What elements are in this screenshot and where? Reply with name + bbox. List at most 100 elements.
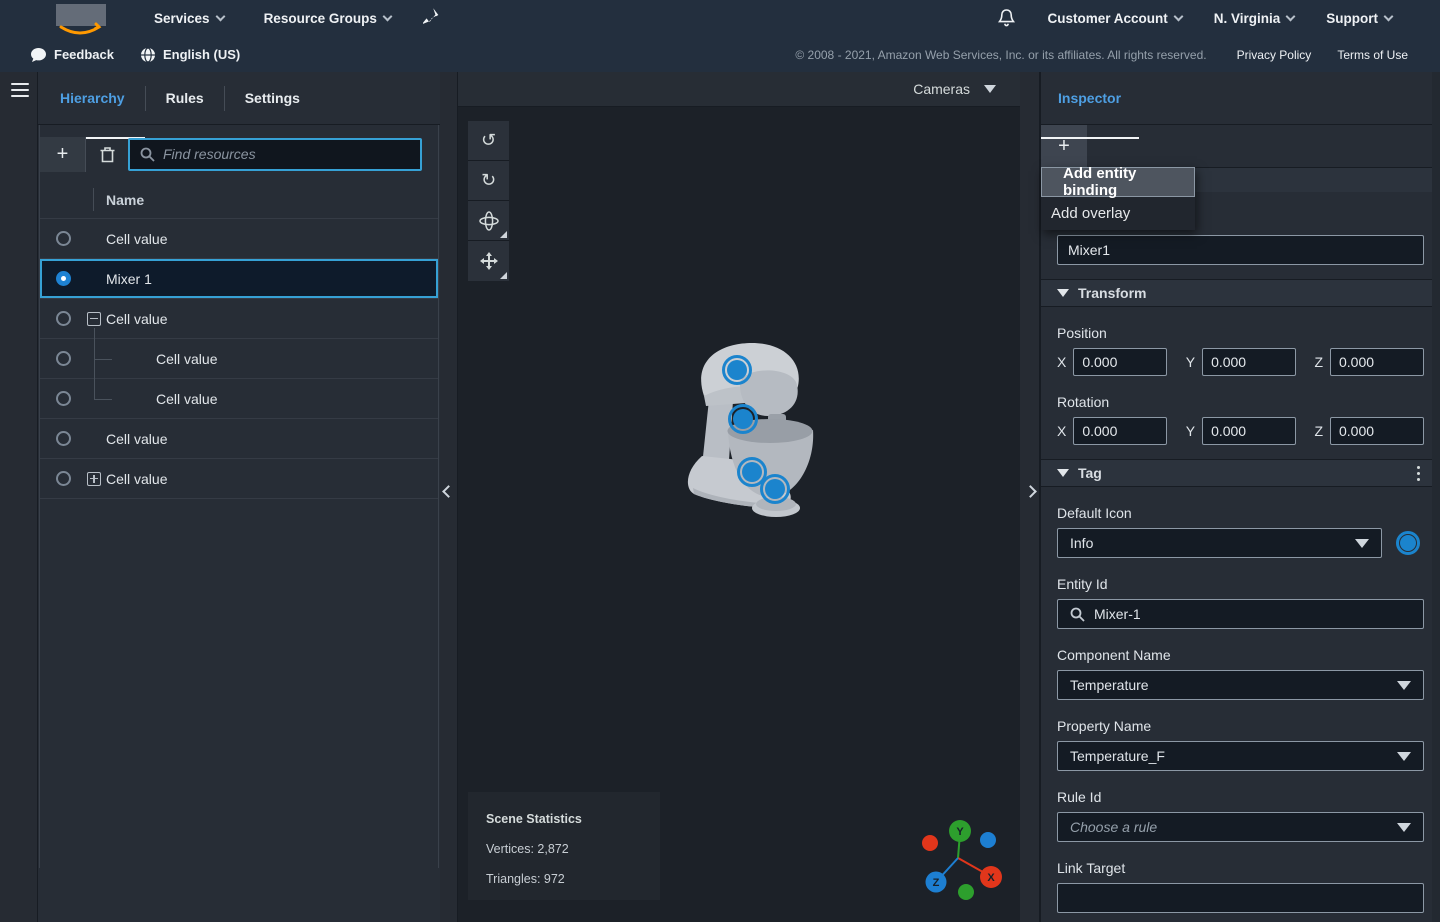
entity-id-input[interactable]: Mixer-1 <box>1057 599 1424 629</box>
kebab-menu-icon[interactable] <box>1413 462 1424 485</box>
tree-row-label: Cell value <box>106 311 167 327</box>
cameras-dropdown[interactable]: Cameras <box>458 72 1020 107</box>
hamburger-menu-icon[interactable] <box>11 83 29 97</box>
property-name-label: Property Name <box>1057 718 1424 734</box>
axis-gizmo[interactable]: Y X Z <box>915 818 1007 904</box>
menu-item-add-overlay[interactable]: Add overlay <box>1041 197 1195 230</box>
caret-down-icon <box>1057 469 1069 477</box>
terms-of-use-link[interactable]: Terms of Use <box>1337 48 1408 62</box>
radio-button[interactable] <box>56 431 71 446</box>
expand-right-panel-chevron[interactable] <box>1024 485 1037 498</box>
nav-services-label: Services <box>154 11 210 26</box>
nav-region[interactable]: N. Virginia <box>1214 11 1295 26</box>
link-target-input[interactable] <box>1057 883 1424 913</box>
resource-search <box>128 138 422 171</box>
axis-neg-z-handle[interactable] <box>980 832 996 848</box>
language-label: English (US) <box>163 47 240 62</box>
copyright-text: © 2008 - 2021, Amazon Web Services, Inc.… <box>795 48 1206 62</box>
search-icon <box>1070 607 1085 622</box>
left-icon-strip <box>0 72 38 922</box>
tree-row-label: Cell value <box>106 231 167 247</box>
rotate-tool-button[interactable] <box>468 201 509 241</box>
default-icon-label: Default Icon <box>1057 505 1424 521</box>
tab-inspector[interactable]: Inspector <box>1041 72 1139 124</box>
rule-id-label: Rule Id <box>1057 789 1424 805</box>
tree-row[interactable]: Cell value <box>40 299 438 339</box>
tree-row[interactable]: Cell value <box>40 419 438 459</box>
collapse-node-icon[interactable] <box>87 312 101 326</box>
component-name-select[interactable]: Temperature <box>1057 670 1424 700</box>
scene-tag[interactable] <box>728 404 758 434</box>
nav-services[interactable]: Services <box>154 11 224 26</box>
default-icon-select[interactable]: Info <box>1057 528 1382 558</box>
entity-id-label: Entity Id <box>1057 576 1424 592</box>
scene-tag[interactable] <box>760 474 790 504</box>
tree-row-child[interactable]: Cell value <box>40 379 438 419</box>
logo-box <box>56 4 106 26</box>
language-selector[interactable]: English (US) <box>140 47 240 63</box>
add-resource-button[interactable]: + <box>40 137 86 172</box>
vertices-count: Vertices: 2,872 <box>486 842 642 856</box>
property-name-select[interactable]: Temperature_F <box>1057 741 1424 771</box>
search-input[interactable] <box>163 146 410 162</box>
aws-logo[interactable] <box>52 2 110 36</box>
position-y-input[interactable] <box>1202 348 1296 376</box>
translate-tool-button[interactable] <box>468 241 509 281</box>
radio-button[interactable] <box>56 391 71 406</box>
tree-row-label: Mixer 1 <box>106 271 152 287</box>
axis-neg-y-handle[interactable] <box>958 884 974 900</box>
radio-button-checked[interactable] <box>56 271 71 286</box>
radio-button[interactable] <box>56 311 71 326</box>
inspector-panel: Inspector + Add entity binding Add overl… <box>1040 72 1440 922</box>
menu-item-add-entity-binding[interactable]: Add entity binding <box>1041 167 1195 197</box>
bell-icon[interactable] <box>998 8 1015 30</box>
position-x-input[interactable] <box>1073 348 1167 376</box>
position-z-input[interactable] <box>1330 348 1424 376</box>
tag-section-header[interactable]: Tag <box>1041 459 1440 487</box>
scene-tag[interactable] <box>722 355 752 385</box>
nav-support-label: Support <box>1326 11 1378 26</box>
rule-id-select[interactable]: Choose a rule <box>1057 812 1424 842</box>
nav-support[interactable]: Support <box>1326 11 1392 26</box>
rotation-y-input[interactable] <box>1202 417 1296 445</box>
tab-hierarchy[interactable]: Hierarchy <box>40 72 145 124</box>
redo-icon: ↻ <box>481 172 496 190</box>
entity-id-value: Mixer-1 <box>1094 606 1411 622</box>
redo-button[interactable]: ↻ <box>468 161 509 201</box>
undo-button[interactable]: ↺ <box>468 121 509 161</box>
hierarchy-tabbar: Hierarchy Rules Settings <box>38 72 440 125</box>
privacy-policy-link[interactable]: Privacy Policy <box>1237 48 1312 62</box>
nav-customer-account[interactable]: Customer Account <box>1047 11 1181 26</box>
feedback-label: Feedback <box>54 47 114 62</box>
rotation-z-input[interactable] <box>1330 417 1424 445</box>
feedback-button[interactable]: Feedback <box>30 47 114 63</box>
axis-x-label: X <box>1057 354 1066 370</box>
tree-row[interactable]: Cell value <box>40 219 438 259</box>
tree-row-selected[interactable]: Mixer 1 <box>40 259 438 299</box>
add-component-button[interactable]: + <box>1041 125 1087 167</box>
axis-z-label: Z <box>1314 423 1323 439</box>
pin-icon[interactable] <box>423 7 439 30</box>
delete-resource-button[interactable] <box>86 137 128 171</box>
nav-resource-groups[interactable]: Resource Groups <box>264 11 391 26</box>
radio-button[interactable] <box>56 231 71 246</box>
tab-settings[interactable]: Settings <box>224 86 320 111</box>
entity-name-input[interactable] <box>1057 235 1424 265</box>
axis-neg-x-handle[interactable] <box>922 835 938 851</box>
tab-rules-label: Rules <box>166 90 204 106</box>
radio-button[interactable] <box>56 471 71 486</box>
radio-button[interactable] <box>56 351 71 366</box>
tree-row-label: Cell value <box>156 391 217 407</box>
expand-node-icon[interactable] <box>87 472 101 486</box>
tree-row-child[interactable]: Cell value <box>40 339 438 379</box>
scrollbar-track[interactable] <box>1432 72 1440 922</box>
scene-viewport[interactable]: Cameras ↺ ↻ <box>458 72 1020 922</box>
tab-rules[interactable]: Rules <box>145 86 224 111</box>
transform-section-header[interactable]: Transform <box>1041 279 1440 307</box>
rule-id-placeholder: Choose a rule <box>1070 819 1397 835</box>
rotation-x-input[interactable] <box>1073 417 1167 445</box>
column-header-name: Name <box>106 192 144 208</box>
collapse-left-panel-chevron[interactable] <box>442 485 455 498</box>
tree-row[interactable]: Cell value <box>40 459 438 499</box>
transform-section-title: Transform <box>1078 285 1424 301</box>
